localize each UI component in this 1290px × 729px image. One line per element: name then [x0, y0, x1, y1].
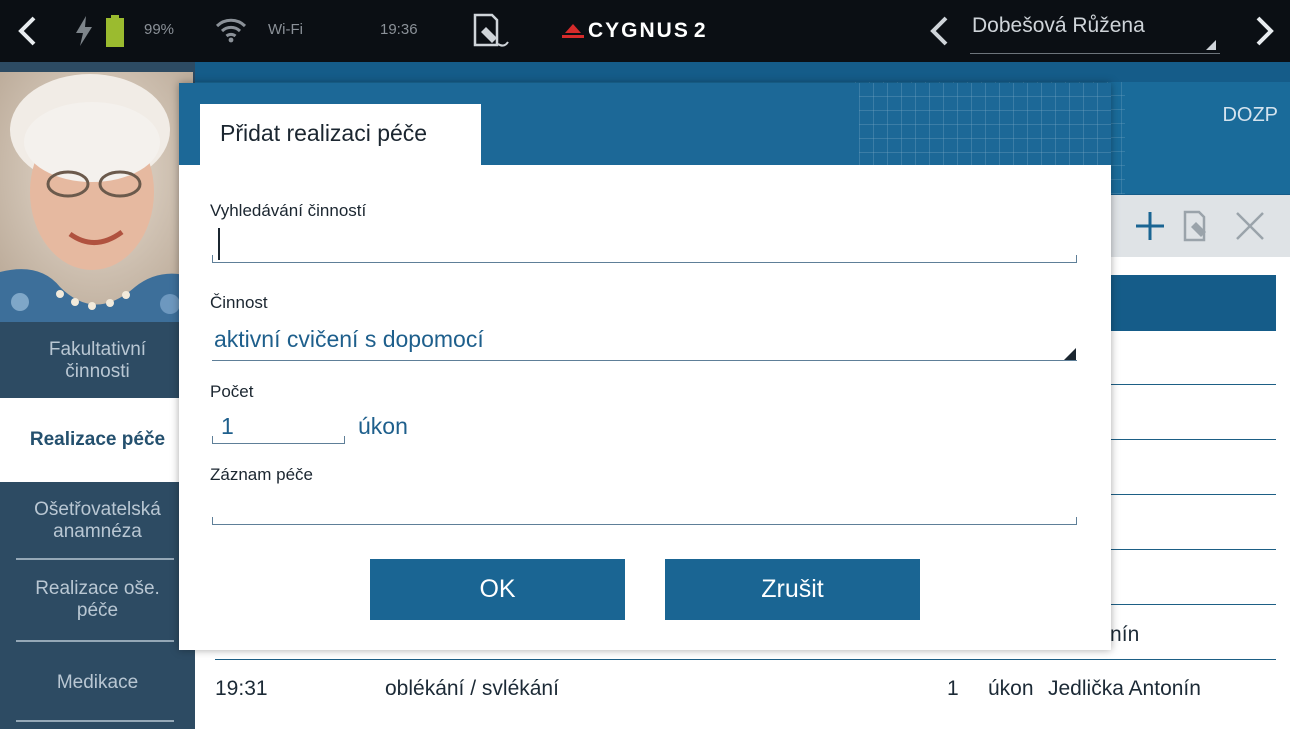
battery-percent: 99%	[144, 21, 175, 38]
clock: 19:36	[380, 21, 418, 38]
logo-text: CYGNUS	[588, 19, 690, 42]
dialog-header: Přidat realizaci péče	[179, 83, 1111, 165]
activity-select-value: aktivní cvičení s dopomocí	[214, 326, 484, 352]
sidebar-divider	[16, 558, 174, 560]
cancel-button[interactable]: Zrušit	[665, 559, 920, 620]
count-field-underline	[212, 436, 345, 444]
row-divider	[215, 659, 1276, 660]
close-icon[interactable]	[1233, 209, 1267, 243]
search-label: Vyhledávání činností	[210, 201, 367, 220]
wifi-icon	[215, 18, 247, 43]
sidebar-item-osetrovatelska-anamneza[interactable]: Ošetřovatelská anamnéza	[0, 486, 195, 556]
sidebar-item-fakultativni-cinnosti[interactable]: Fakultativní činnosti	[0, 324, 195, 398]
chevron-left-icon[interactable]	[926, 12, 952, 50]
cancel-button-label: Zrušit	[761, 575, 824, 603]
sidebar: Fakultativní činnosti Realizace péče Oše…	[0, 62, 195, 729]
resident-name: Dobešová Růžena	[972, 14, 1145, 37]
count-label: Počet	[210, 382, 254, 401]
sidebar-item-realizace-pece[interactable]: Realizace péče	[0, 398, 195, 482]
sign-document-icon[interactable]	[470, 12, 512, 50]
sidebar-item-medikace[interactable]: Medikace	[0, 646, 195, 720]
activity-label: Činnost	[210, 293, 268, 312]
ok-button-label: OK	[479, 575, 516, 603]
ok-button[interactable]: OK	[370, 559, 625, 620]
facility-label: DOZP	[1222, 104, 1278, 126]
resident-select[interactable]: Dobešová Růžena	[970, 14, 1220, 54]
row-time: 19:31	[215, 677, 268, 700]
header-pattern	[859, 83, 1111, 165]
status-bar: 99% Wi-Fi 19:36 CYGNUS 2 Dobešová Růžena	[0, 0, 1290, 62]
sidebar-item-realizace-ose-pece[interactable]: Realizace oše. péče	[0, 564, 195, 636]
app-logo: CYGNUS 2	[562, 19, 708, 43]
wifi-label: Wi-Fi	[268, 21, 303, 38]
sidebar-item-label: Fakultativní činnosti	[48, 339, 147, 382]
row-staff: Jedlička Antonín	[1048, 677, 1201, 700]
edit-icon[interactable]	[1181, 209, 1215, 243]
resident-photo	[0, 72, 193, 322]
dialog-title: Přidat realizaci péče	[220, 120, 428, 146]
sidebar-divider	[16, 640, 174, 642]
logo-mark-icon	[562, 24, 584, 38]
logo-suffix: 2	[693, 19, 708, 42]
chevron-right-icon[interactable]	[1252, 12, 1278, 50]
plus-icon[interactable]	[1133, 209, 1167, 243]
sidebar-divider	[16, 720, 174, 722]
back-arrow-icon[interactable]	[8, 10, 48, 52]
note-label: Záznam péče	[210, 465, 313, 484]
count-unit: úkon	[358, 413, 408, 439]
search-input-underline	[212, 255, 1077, 263]
dialog-title-tab: Přidat realizaci péče	[200, 104, 481, 165]
sidebar-item-label: Ošetřovatelská anamnéza	[34, 499, 161, 542]
battery-icon	[106, 15, 124, 47]
add-care-dialog: Přidat realizaci péče Vyhledávání činnos…	[179, 83, 1111, 650]
row-count: 1	[947, 677, 959, 700]
note-field-underline	[212, 517, 1077, 525]
dropdown-corner-icon	[1206, 40, 1216, 50]
sidebar-item-label: Medikace	[56, 672, 139, 693]
row-activity: oblékání / svlékání	[385, 677, 559, 700]
bolt-icon	[76, 16, 92, 46]
dropdown-corner-icon	[1064, 348, 1076, 360]
activity-select-underline	[212, 360, 1077, 361]
row-unit: úkon	[988, 677, 1034, 700]
sidebar-item-label: Realizace oše. péče	[35, 578, 160, 621]
sidebar-item-label: Realizace péče	[29, 429, 166, 450]
